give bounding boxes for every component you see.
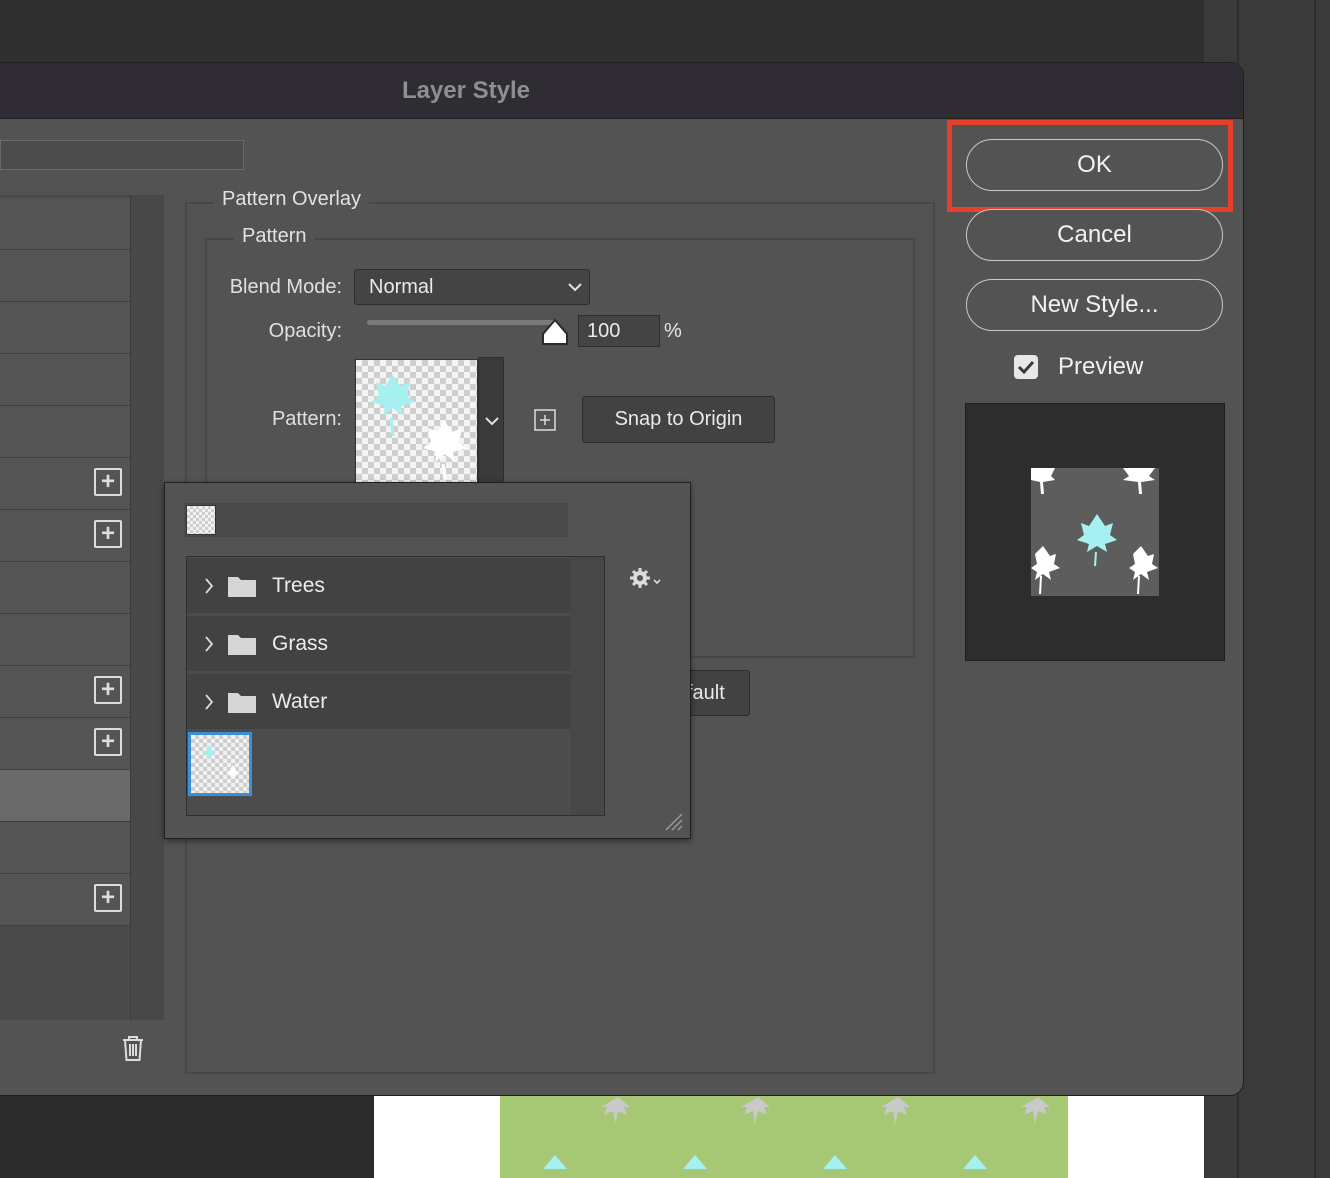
style-list-item[interactable] xyxy=(0,614,130,666)
pattern-swatch[interactable] xyxy=(355,359,478,483)
style-name-field[interactable] xyxy=(0,140,244,170)
panel-divider xyxy=(1314,0,1316,1178)
pattern-folder-water[interactable]: Water xyxy=(187,674,571,730)
folder-icon xyxy=(228,577,256,597)
dialog-titlebar[interactable]: Layer Style xyxy=(0,63,1243,119)
chevron-down-icon xyxy=(485,417,499,426)
selected-pattern-thumbnail[interactable] xyxy=(188,732,252,796)
add-effect-plus-icon[interactable]: + xyxy=(94,884,122,912)
maple-leaf-pattern-icon xyxy=(371,374,467,481)
gear-icon[interactable] xyxy=(628,566,664,590)
style-list-item[interactable] xyxy=(0,250,130,302)
preview-label: Preview xyxy=(1058,353,1144,380)
add-effect-plus-icon[interactable]: + xyxy=(94,468,122,496)
folder-icon xyxy=(228,693,256,713)
chevron-right-icon[interactable] xyxy=(203,693,215,711)
chevron-right-icon[interactable] xyxy=(203,577,215,595)
pattern-picker-toggle[interactable] xyxy=(478,357,504,483)
chevron-down-icon xyxy=(568,283,582,292)
current-pattern-thumbnail xyxy=(186,505,216,535)
pattern-list-scrollbar[interactable] xyxy=(571,557,604,815)
style-preview-tile xyxy=(1031,468,1159,596)
opacity-input[interactable]: 100 xyxy=(578,315,660,347)
folder-name: Water xyxy=(272,690,328,713)
ok-button[interactable]: OK xyxy=(966,139,1223,191)
maple-leaf-pattern-icon xyxy=(1031,468,1158,595)
maple-leaf-pattern-icon xyxy=(204,745,238,779)
style-list-item[interactable] xyxy=(0,198,130,250)
pattern-folder-trees[interactable]: Trees xyxy=(187,558,571,614)
opacity-slider-track[interactable] xyxy=(367,320,555,325)
pattern-overlay-title: Pattern Overlay xyxy=(214,188,369,211)
folder-name: Grass xyxy=(272,632,329,655)
opacity-unit: % xyxy=(664,320,682,342)
styles-list-scrollbar[interactable] xyxy=(130,195,164,1020)
chevron-right-icon[interactable] xyxy=(203,635,215,653)
new-style-button[interactable]: New Style... xyxy=(966,279,1223,331)
add-effect-plus-icon[interactable]: + xyxy=(94,520,122,548)
style-list-item[interactable] xyxy=(0,822,130,874)
add-effect-plus-icon[interactable]: + xyxy=(94,728,122,756)
new-preset-icon[interactable] xyxy=(533,408,557,432)
pattern-folder-grass[interactable]: Grass xyxy=(187,616,571,672)
canvas-leaf-pattern xyxy=(543,1097,1050,1169)
checkmark-icon xyxy=(1017,360,1035,375)
style-list-item[interactable] xyxy=(0,406,130,458)
preview-checkbox[interactable] xyxy=(1014,355,1038,379)
trash-icon[interactable] xyxy=(120,1034,146,1062)
pattern-name-field[interactable] xyxy=(184,503,568,537)
snap-to-origin-button[interactable]: Snap to Origin xyxy=(582,396,775,443)
style-list-item[interactable] xyxy=(0,354,130,406)
folder-icon xyxy=(228,635,256,655)
cancel-button[interactable]: Cancel xyxy=(966,209,1223,261)
dialog-title: Layer Style xyxy=(401,77,531,104)
canvas-pattern-fill xyxy=(500,1095,1068,1178)
style-list-item-selected[interactable] xyxy=(0,770,130,822)
blend-mode-select[interactable]: Normal xyxy=(354,269,590,305)
pattern-label: Pattern: xyxy=(271,408,342,430)
style-list-item[interactable] xyxy=(0,302,130,354)
resize-grip-icon[interactable] xyxy=(662,810,684,832)
style-list-item[interactable] xyxy=(0,562,130,614)
folder-name: Trees xyxy=(272,574,325,597)
blend-mode-label: Blend Mode: xyxy=(229,276,342,298)
opacity-slider-thumb[interactable] xyxy=(541,318,569,346)
pattern-subgroup-title: Pattern xyxy=(234,225,315,248)
add-effect-plus-icon[interactable]: + xyxy=(94,676,122,704)
app-background-top xyxy=(0,0,1204,64)
opacity-label: Opacity: xyxy=(268,320,342,342)
